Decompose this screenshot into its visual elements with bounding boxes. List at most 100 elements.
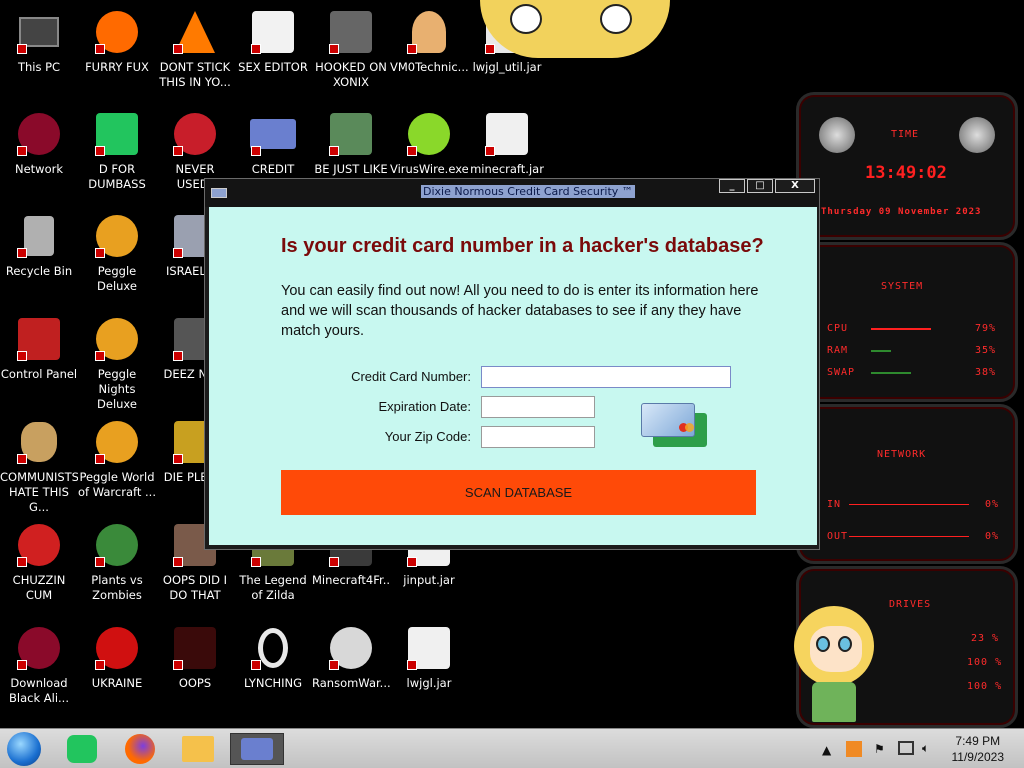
credit-card-icon	[249, 110, 297, 158]
desktop-icon-label: lwjgl.jar	[406, 676, 452, 690]
desktop-icon[interactable]: UKRAINE	[78, 624, 156, 691]
peggle-icon	[93, 212, 141, 260]
desktop-icon-label: OOPS DID I DO THAT	[162, 573, 228, 602]
desktop-icon[interactable]: COMMUNISTS HATE THIS G...	[0, 418, 78, 515]
page-description: You can easily find out now! All you nee…	[281, 283, 759, 339]
network-icon[interactable]	[898, 741, 914, 755]
ram-value: 35%	[975, 345, 997, 356]
taskbar-clock[interactable]: 7:49 PM 11/9/2023	[952, 733, 1005, 765]
desktop-icon[interactable]: RansomWar...	[312, 624, 390, 691]
desktop-icon[interactable]: SEX EDITOR	[234, 8, 312, 75]
desktop-icon[interactable]: Network	[0, 110, 78, 177]
desktop-icon-label: CHUZZIN CUM	[12, 573, 66, 602]
desktop-icon-label: FURRY FUX	[85, 60, 149, 74]
download-icon	[15, 624, 63, 672]
date-value: Thursday 09 November 2023	[821, 207, 982, 217]
notes-app-icon	[93, 110, 141, 158]
desktop-icon[interactable]: DONT STICK THIS IN YO...	[156, 8, 234, 90]
desktop-icon[interactable]: VirusWire.exe	[390, 110, 468, 177]
volume-icon[interactable]: 🔈︎	[922, 741, 929, 768]
desktop-icon-label: Peggle Nights Deluxe	[97, 367, 137, 411]
desktop-icon[interactable]: Control Panel	[0, 315, 78, 382]
zip-code-input[interactable]	[481, 426, 595, 448]
dude-icon	[327, 110, 375, 158]
desktop-icon[interactable]: HOOKED ON XONIX	[312, 8, 390, 90]
desktop-icon[interactable]: D FOR DUMBASS	[78, 110, 156, 192]
desktop-icon[interactable]: CHUZZIN CUM	[0, 521, 78, 603]
file-explorer-icon[interactable]	[180, 733, 216, 765]
recycle-bin-icon	[15, 212, 63, 260]
desktop-icon-label: Recycle Bin	[5, 264, 73, 278]
maximize-button[interactable]: □	[747, 179, 773, 193]
start-button[interactable]	[6, 732, 42, 766]
swap-label: SWAP	[827, 367, 856, 378]
zip-code-label: Your Zip Code:	[384, 429, 471, 444]
desktop-icon-label: Download Black Ali...	[9, 676, 69, 705]
window-titlebar[interactable]: Dixie Normous Credit Card Security ™ _ □…	[205, 179, 819, 207]
alien-head-icon	[959, 117, 995, 153]
desktop-icon-label: lwjgl_util.jar	[472, 60, 542, 74]
time-title: TIME	[891, 129, 920, 140]
credit-cards-icon	[641, 403, 711, 449]
desktop-icon-label: OOPS	[178, 676, 212, 690]
desktop-icon[interactable]: Peggle World of Warcraft ...	[78, 418, 156, 500]
desktop-icon[interactable]: This PC	[0, 8, 78, 75]
oops-icon	[171, 624, 219, 672]
desktop-icon-label: HOOKED ON XONIX	[315, 60, 387, 89]
chuzzle-icon	[15, 521, 63, 569]
desktop-icon-label: Minecraft4Fr...	[312, 573, 390, 587]
desktop-icon[interactable]: LYNCHING	[234, 624, 312, 691]
network-panel: NETWORK IN 0% OUT 0%	[796, 404, 1018, 564]
app-icon	[211, 188, 227, 198]
xonix-icon	[327, 8, 375, 56]
desktop-icon[interactable]: Plants vs Zombies	[78, 521, 156, 603]
network-out-graph	[849, 536, 969, 537]
tray-app-icon[interactable]	[846, 741, 862, 757]
network-icon	[15, 110, 63, 158]
desktop-icon[interactable]: Peggle Nights Deluxe	[78, 315, 156, 412]
desktop-icon-label: Control Panel	[0, 367, 78, 381]
scan-database-button[interactable]: SCAN DATABASE	[281, 470, 756, 515]
desktop-icon[interactable]: VM0Technic...	[390, 8, 468, 75]
hex-editor-icon	[249, 8, 297, 56]
desktop-icon[interactable]: OOPS	[156, 624, 234, 691]
network-out-value: 0%	[985, 531, 1000, 542]
show-hidden-icons-icon[interactable]: ▲	[822, 743, 831, 768]
skull-icon	[327, 624, 375, 672]
card-number-input[interactable]	[481, 366, 731, 388]
desktop-icon-label: This PC	[17, 60, 61, 74]
network-title: NETWORK	[877, 449, 927, 460]
close-button[interactable]: X	[775, 179, 815, 193]
notes-app-icon[interactable]	[64, 733, 100, 765]
cartoon-character-image	[480, 0, 670, 58]
desktop-icon-label: The Legend of Zilda	[239, 573, 307, 602]
expiration-date-label: Expiration Date:	[378, 399, 472, 414]
network-in-label: IN	[827, 499, 842, 510]
desktop-icon[interactable]: minecraft.jar	[468, 110, 546, 177]
network-in-graph	[849, 504, 969, 505]
peggle-icon	[93, 315, 141, 363]
desktop-icon[interactable]: Recycle Bin	[0, 212, 78, 279]
minimize-button[interactable]: _	[719, 179, 745, 193]
expiration-date-input[interactable]	[481, 396, 595, 418]
firefox-icon[interactable]	[122, 733, 158, 765]
java-icon	[483, 110, 531, 158]
drive-1-value: 23 %	[971, 633, 1000, 644]
page-heading: Is your credit card number in a hacker's…	[281, 235, 764, 257]
desktop-icon-label: Peggle Deluxe	[97, 264, 137, 293]
java-icon	[405, 624, 453, 672]
desktop-icon[interactable]: Download Black Ali...	[0, 624, 78, 706]
time-value: 13:49:02	[865, 163, 947, 183]
flag-icon[interactable]: ⚑	[874, 742, 885, 768]
radiation-icon	[93, 624, 141, 672]
network-out-label: OUT	[827, 531, 849, 542]
credit-card-checker-taskbar-button[interactable]	[230, 733, 284, 765]
system-panel: SYSTEM CPU 79% RAM 35% SWAP 38%	[796, 242, 1018, 402]
cpu-value: 79%	[975, 323, 997, 334]
desktop-icon[interactable]: Peggle Deluxe	[78, 212, 156, 294]
desktop-icon-label: VirusWire.exe	[390, 162, 468, 176]
ram-label: RAM	[827, 345, 849, 356]
desktop-icon[interactable]: lwjgl.jar	[390, 624, 468, 691]
doctor-icon	[405, 8, 453, 56]
desktop-icon[interactable]: FURRY FUX	[78, 8, 156, 75]
